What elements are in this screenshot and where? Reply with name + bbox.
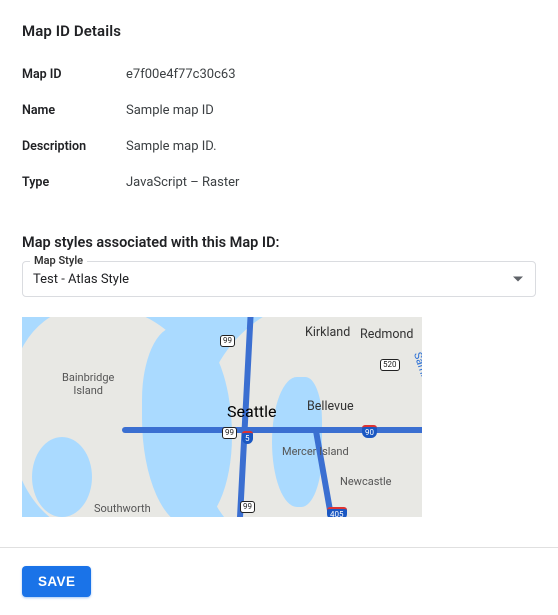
hwy-shield-i5-icon: 5 — [242, 431, 253, 444]
detail-row-type: Type JavaScript – Raster — [22, 164, 536, 200]
associated-heading: Map styles associated with this Map ID: — [22, 234, 536, 251]
map-label-newcastle: Newcastle — [340, 475, 391, 488]
detail-value: JavaScript – Raster — [126, 164, 536, 200]
detail-label: Name — [22, 92, 126, 128]
map-label-seattle: Seattle — [227, 402, 277, 421]
save-button[interactable]: SAVE — [22, 566, 91, 597]
map-water — [32, 437, 92, 517]
page-title: Map ID Details — [22, 22, 536, 40]
detail-row-mapid: Map ID e7f00e4f77c30c63 — [22, 56, 536, 92]
hwy-shield-i405-icon: 405 — [327, 507, 347, 517]
map-style-select-label: Map Style — [30, 254, 87, 267]
details-table: Map ID e7f00e4f77c30c63 Name Sample map … — [22, 56, 536, 200]
map-label-bainbridge: Bainbridge Island — [62, 371, 114, 397]
detail-label: Map ID — [22, 56, 126, 92]
footer-bar: SAVE — [0, 547, 558, 615]
detail-label: Type — [22, 164, 126, 200]
hwy-shield-sr99-icon: 99 — [240, 501, 255, 513]
map-label-kirkland: Kirkland — [305, 325, 350, 340]
hwy-shield-sr99-icon: 99 — [220, 335, 235, 347]
map-label-mercer: Mercer Island — [282, 445, 349, 458]
map-style-select-wrap: Map Style Test - Atlas Style — [22, 261, 536, 297]
map-water — [142, 327, 232, 517]
map-style-select[interactable]: Test - Atlas Style — [22, 261, 536, 297]
map-label-redmond: Redmond — [360, 327, 413, 342]
map-label-southworth: Southworth — [94, 502, 151, 515]
detail-row-description: Description Sample map ID. — [22, 128, 536, 164]
detail-label: Description — [22, 128, 126, 164]
map-preview[interactable]: Seattle Bellevue Kirkland Redmond Bainbr… — [22, 317, 422, 517]
hwy-shield-sr520-icon: 520 — [380, 359, 400, 371]
detail-value: e7f00e4f77c30c63 — [126, 56, 536, 92]
map-label-bellevue: Bellevue — [307, 399, 354, 414]
detail-value: Sample map ID — [126, 92, 536, 128]
detail-row-name: Name Sample map ID — [22, 92, 536, 128]
hwy-shield-i90-icon: 90 — [362, 425, 377, 438]
chevron-down-icon — [513, 277, 523, 282]
map-road — [122, 427, 422, 433]
detail-value: Sample map ID. — [126, 128, 536, 164]
map-style-selected-value: Test - Atlas Style — [33, 272, 129, 287]
hwy-shield-sr99-icon: 99 — [222, 427, 237, 439]
